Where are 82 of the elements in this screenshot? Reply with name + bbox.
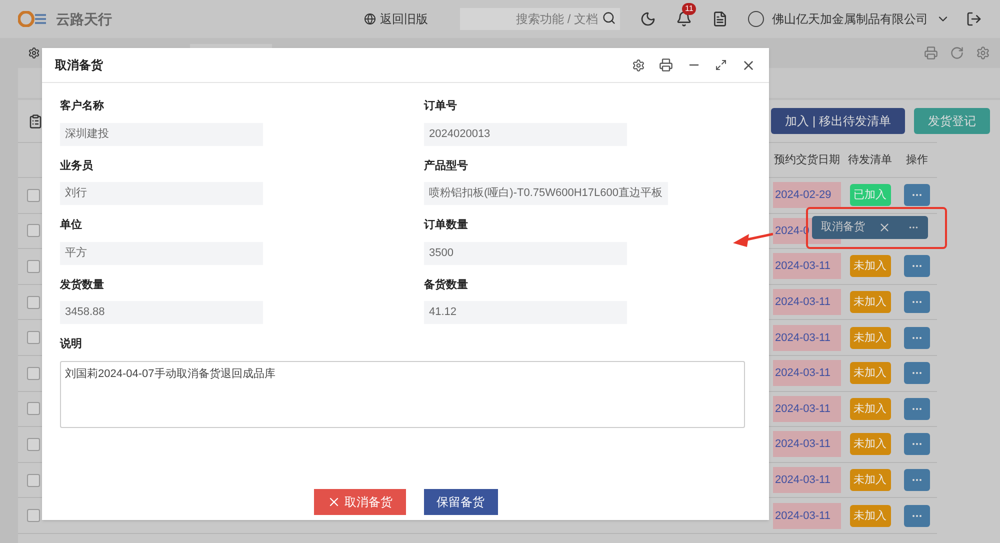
field-label: 客户名称: [60, 98, 105, 114]
more-button[interactable]: [904, 255, 930, 278]
date-cell: 2024-03-11: [773, 360, 841, 386]
row-checkbox[interactable]: [26, 402, 40, 416]
row-checkbox[interactable]: [26, 474, 40, 487]
readonly-field[interactable]: 3500: [424, 242, 627, 264]
readonly-field[interactable]: 41.12: [424, 301, 627, 324]
date-cell: 2024-03-11: [773, 431, 841, 458]
status-badge: 未加入: [850, 504, 890, 527]
status-badge: 未加入: [850, 469, 890, 492]
company-name[interactable]: 佛山亿天加金属制品有限公司: [772, 10, 928, 28]
more-button[interactable]: [904, 362, 930, 384]
printer-icon[interactable]: [659, 58, 673, 72]
field-label: 备货数量: [424, 278, 469, 292]
status-badge: 未加入: [850, 433, 890, 456]
date-cell: 2024-03-11: [773, 396, 841, 422]
readonly-field[interactable]: 深圳建投: [60, 122, 263, 146]
old-version-link[interactable]: 返回旧版: [364, 10, 428, 28]
refresh-icon[interactable]: [950, 46, 964, 60]
logo-icon: [18, 11, 48, 27]
field-label: 单位: [60, 218, 83, 233]
field-label: 说明: [60, 336, 83, 352]
row-checkbox[interactable]: [26, 224, 40, 238]
logo-text: 云路天行: [56, 10, 112, 28]
notification-badge: 11: [682, 3, 696, 15]
field-label: 发货数量: [60, 278, 105, 292]
date-cell: 2024-02-29: [773, 182, 841, 208]
toolbar-button[interactable]: 加入 | 移出待发清单: [771, 108, 905, 134]
more-button[interactable]: [904, 291, 930, 314]
status-badge: 未加入: [850, 255, 890, 278]
dialog-title: 取消备货: [55, 57, 103, 74]
row-checkbox[interactable]: [26, 438, 40, 451]
status-badge: 未加入: [850, 291, 890, 314]
field-label: 订单号: [424, 98, 458, 114]
readonly-field[interactable]: 平方: [60, 242, 263, 264]
status-badge: 未加入: [850, 398, 890, 420]
settings-icon[interactable]: [28, 47, 40, 59]
list-icon[interactable]: [28, 114, 43, 128]
settings-icon[interactable]: [632, 58, 645, 72]
moon-icon[interactable]: [640, 11, 656, 27]
dialog-button[interactable]: 取消备货: [314, 489, 406, 515]
document-icon[interactable]: [712, 11, 728, 27]
more-button[interactable]: [904, 504, 930, 527]
maximize-icon[interactable]: [715, 59, 727, 71]
note-textarea[interactable]: 刘国莉2024-04-07手动取消备货退回成品库: [60, 360, 745, 428]
date-cell: 2024-03-11: [773, 324, 841, 351]
field-label: 产品型号: [424, 158, 469, 174]
more-button[interactable]: [904, 184, 930, 206]
status-badge: 未加入: [850, 326, 890, 349]
readonly-field[interactable]: 刘行: [60, 182, 263, 205]
readonly-field[interactable]: 2024020013: [424, 122, 627, 146]
field-label: 订单数量: [424, 218, 469, 233]
date-cell: 2024-03-11: [773, 502, 841, 529]
close-icon[interactable]: [878, 221, 891, 234]
date-cell: 2024-03-11: [773, 253, 841, 280]
row-checkbox[interactable]: [26, 509, 40, 522]
row-checkbox[interactable]: [26, 296, 40, 309]
globe-icon: [364, 13, 376, 25]
status-badge: 已加入: [850, 184, 890, 206]
status-badge: 未加入: [850, 362, 890, 384]
row-checkbox[interactable]: [26, 366, 40, 380]
company-icon: [748, 11, 764, 27]
bell-icon[interactable]: [676, 11, 692, 27]
date-cell: 2024-03-11: [773, 467, 841, 494]
dialog-button[interactable]: 保留备货: [424, 489, 498, 515]
row-checkbox[interactable]: [26, 260, 40, 273]
search-field[interactable]: 搜索功能 / 文档: [460, 8, 620, 30]
more-button[interactable]: [904, 326, 930, 349]
more-button[interactable]: [904, 433, 930, 456]
column-header: 操作: [905, 152, 929, 168]
search-icon: [602, 11, 616, 25]
date-cell: 2024-03-11: [773, 289, 841, 316]
logout-icon[interactable]: [966, 11, 982, 27]
more-button[interactable]: [904, 469, 930, 492]
field-label: 业务员: [60, 158, 94, 174]
row-checkbox[interactable]: [26, 188, 40, 202]
more-button[interactable]: [904, 398, 930, 420]
readonly-field[interactable]: 喷粉铝扣板(哑白)-T0.75W600H17L600直边平板: [424, 182, 668, 205]
readonly-field[interactable]: 3458.88: [60, 301, 263, 324]
column-header: 预约交货日期: [773, 152, 841, 168]
row-checkbox[interactable]: [26, 331, 40, 344]
column-header: 待发清单: [847, 152, 893, 168]
